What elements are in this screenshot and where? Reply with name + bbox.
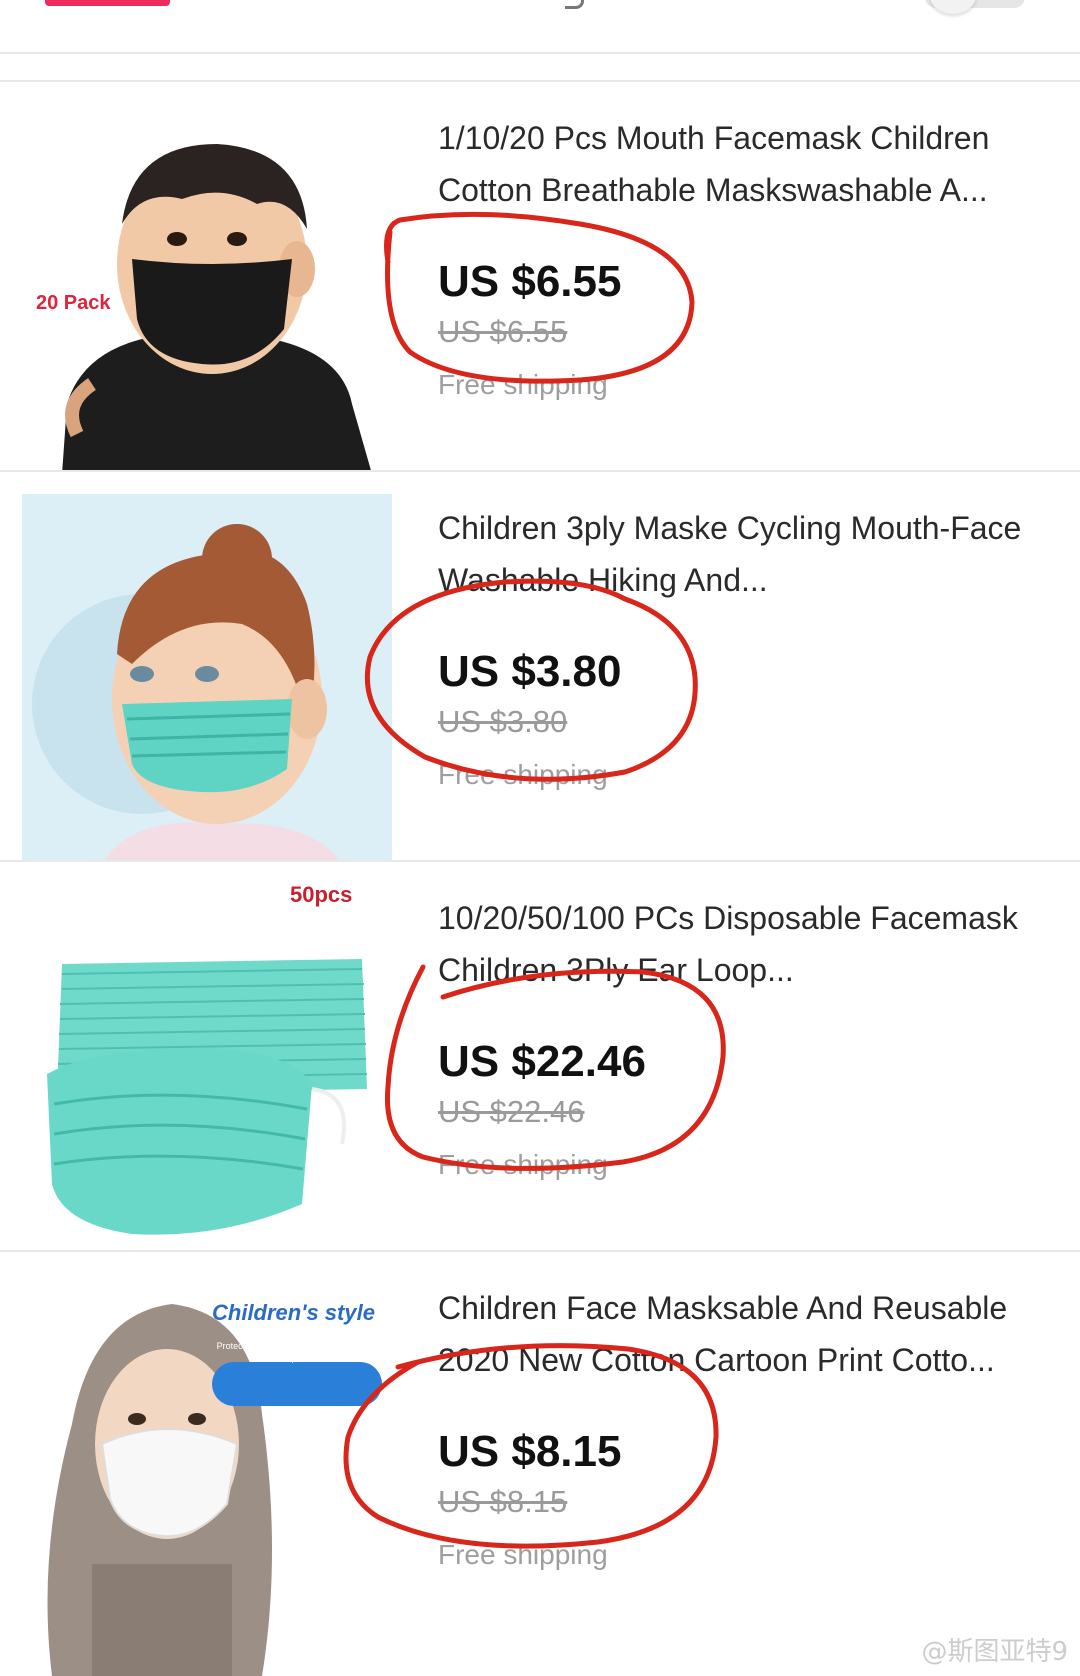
product-thumbnail-girl-teal-mask[interactable] [22,494,392,864]
product-price: US $22.46 [438,1037,646,1086]
product-info: Children Face Masksable And Reusable 202… [438,1282,1063,1572]
product-card[interactable]: 20 Pack 1/10/20 Pcs Mouth Facemask Child… [0,82,1080,474]
shipping-label: Free shipping [438,759,608,790]
style-badge-subtitle: Protect children's respiratory health in… [216,1341,358,1363]
top-bar [0,0,1080,54]
original-price: US $22.46 [438,1094,585,1129]
view-toggle-knob[interactable] [930,0,976,14]
product-title[interactable]: Children 3ply Maske Cycling Mouth-Face W… [438,502,1063,606]
pack-badge: 20 Pack [36,292,111,314]
product-info: Children 3ply Maske Cycling Mouth-Face W… [438,502,1063,792]
shipping-label: Free shipping [438,1149,608,1180]
product-card[interactable]: Children's style Protect children's resp… [0,1252,1080,1676]
shipping-label: Free shipping [438,1539,608,1570]
product-title[interactable]: Children Face Masksable And Reusable 202… [438,1282,1063,1386]
original-price: US $3.80 [438,704,568,739]
product-price: US $8.15 [438,1427,622,1476]
product-price: US $3.80 [438,647,622,696]
product-info: 1/10/20 Pcs Mouth Facemask Children Cott… [438,112,1063,402]
product-card[interactable]: 50pcs 10/20/50/100 PCs Disposable Facema… [0,862,1080,1254]
original-price: US $6.55 [438,314,568,349]
product-title[interactable]: 1/10/20 Pcs Mouth Facemask Children Cott… [438,112,1063,216]
product-thumbnail-baby-white-mask[interactable] [22,1274,392,1676]
pack-badge: 50pcs [290,882,353,907]
original-price: US $8.15 [438,1484,568,1519]
product-info: 10/20/50/100 PCs Disposable Facemask Chi… [438,892,1063,1182]
product-thumbnail-child-black-mask[interactable] [22,104,392,474]
style-badge: Children's style [212,1300,375,1325]
shipping-label: Free shipping [438,369,608,400]
watermark: @斯图亚特9 [921,1637,1068,1667]
product-thumbnail-teal-mask-stack[interactable] [22,884,392,1254]
product-title[interactable]: 10/20/50/100 PCs Disposable Facemask Chi… [438,892,1063,996]
active-tab-indicator[interactable] [45,0,170,6]
product-price: US $6.55 [438,257,622,306]
product-card[interactable]: Children 3ply Maske Cycling Mouth-Face W… [0,472,1080,864]
dropdown-icon[interactable] [565,0,584,9]
